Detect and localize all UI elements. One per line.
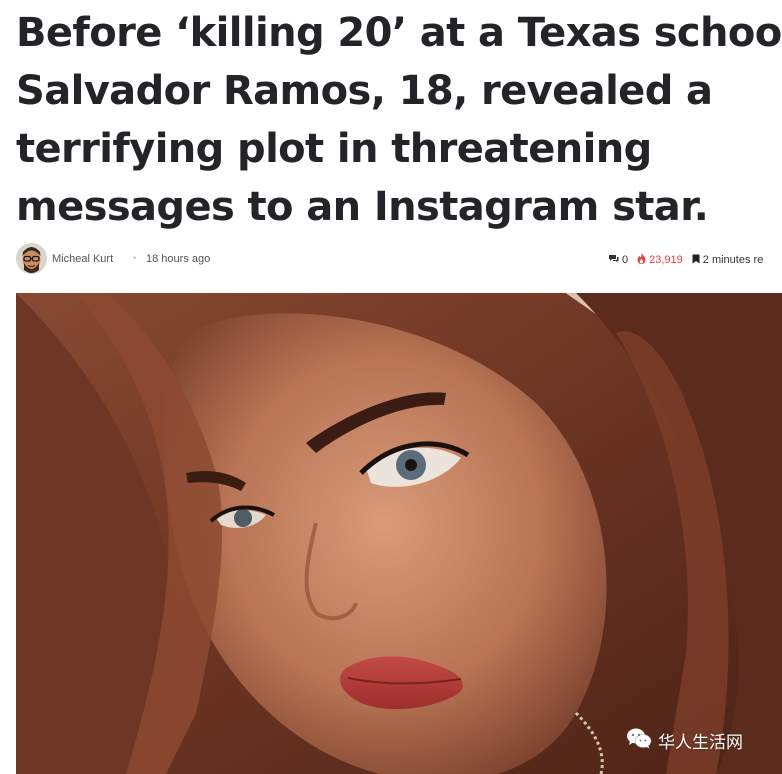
flame-icon [637,253,646,267]
headline-line-3: terrifying plot in threatening [16,126,652,172]
bookmark-icon [692,254,700,267]
speech-bubble-icon [608,254,619,266]
read-time: 2 minutes re [692,254,764,267]
article-headline: Before ‘killing 20’ at a Texas school, S… [16,4,782,236]
posted-time: 18 hours ago [146,253,211,265]
article-hero-image [16,293,782,774]
headline-line-4: messages to an Instagram star. [16,184,709,230]
source-watermark: 华人生活网 [622,727,751,753]
article-meta: Micheal Kurt • 18 hours ago 0 23,919 2 m… [16,243,782,275]
read-time-value: 2 minutes re [702,254,764,266]
article-page: Before ‘killing 20’ at a Texas school, S… [0,0,782,774]
headline-line-1: Before ‘killing 20’ at a Texas school, [16,10,782,56]
watermark-text: 华人生活网 [658,732,743,753]
views-count-value: 23,919 [649,254,683,266]
wechat-icon [626,727,652,754]
article-stats: 0 23,919 2 minutes re [608,253,772,267]
views-count: 23,919 [637,253,683,267]
author-avatar[interactable] [16,243,47,274]
comments-count-link[interactable]: 0 [608,254,628,266]
author-name-link[interactable]: Micheal Kurt [52,253,113,265]
meta-separator: • [133,253,137,263]
headline-line-2: Salvador Ramos, 18, revealed a [16,68,713,114]
comments-count: 0 [622,254,629,266]
